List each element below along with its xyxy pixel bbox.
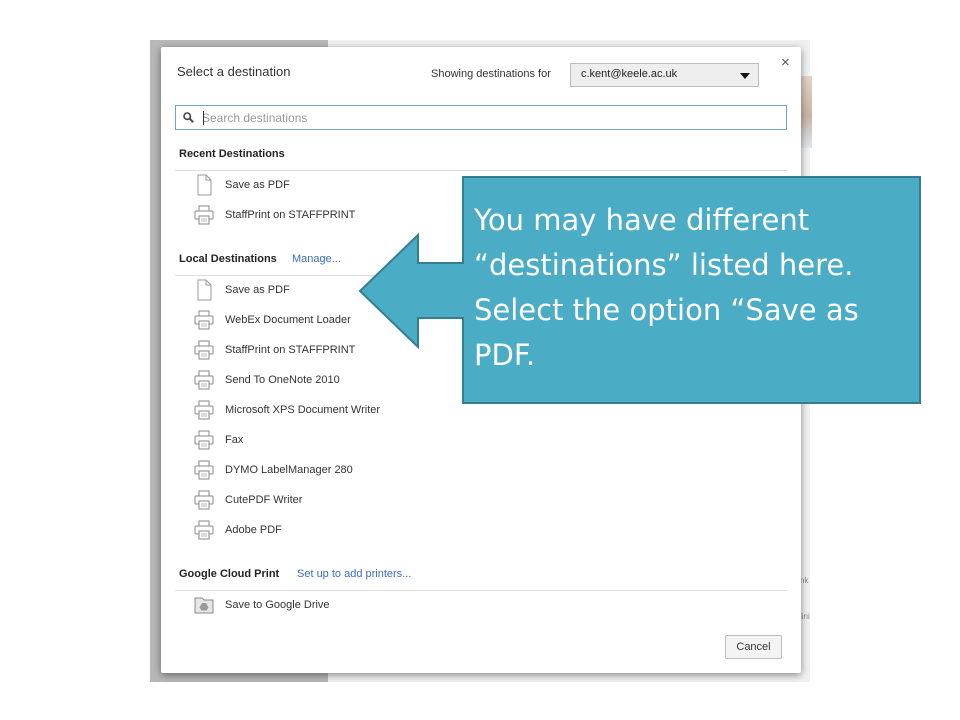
background-text: lini [800, 612, 810, 621]
printer-icon [193, 519, 215, 541]
printer-icon [193, 204, 215, 226]
callout-line: Select the option “Save as [474, 293, 859, 327]
destination-label: Adobe PDF [225, 524, 282, 536]
callout-text: You may have different “destinations” li… [474, 198, 914, 378]
destination-label: StaffPrint on STAFFPRINT [225, 344, 356, 356]
destination-item[interactable]: CutePDF Writer [193, 489, 593, 513]
document-icon [193, 279, 215, 301]
recent-destinations-header: Recent Destinations [179, 148, 285, 160]
destination-item[interactable]: DYMO LabelManager 280 [193, 459, 593, 483]
destination-label: DYMO LabelManager 280 [225, 464, 353, 476]
destination-item[interactable]: Adobe PDF [193, 519, 593, 543]
cancel-button[interactable]: Cancel [725, 635, 782, 659]
printer-icon [193, 459, 215, 481]
destination-item[interactable]: Save to Google Drive [193, 594, 593, 618]
dialog-title: Select a destination [177, 64, 291, 79]
callout-line: PDF. [474, 338, 536, 372]
showing-destinations-label: Showing destinations for [431, 68, 551, 80]
destination-item[interactable]: Fax [193, 429, 593, 453]
search-box[interactable] [175, 105, 787, 130]
close-button[interactable]: × [781, 55, 790, 70]
destination-label: Send To OneNote 2010 [225, 374, 340, 386]
document-icon [193, 174, 215, 196]
destination-label: Microsoft XPS Document Writer [225, 404, 381, 416]
manage-link[interactable]: Manage... [292, 253, 341, 265]
divider [175, 590, 787, 591]
search-input[interactable] [202, 106, 772, 129]
printer-icon [193, 429, 215, 451]
destination-item[interactable]: Save as PDF [193, 174, 593, 198]
printer-icon [193, 369, 215, 391]
google-drive-icon [193, 594, 215, 616]
printer-icon [193, 309, 215, 331]
local-destinations-header: Local Destinations [179, 253, 277, 265]
destination-label: Save as PDF [225, 179, 290, 191]
account-dropdown[interactable]: c.kent@keele.ac.uk [570, 63, 759, 87]
destination-label: Save as PDF [225, 284, 290, 296]
callout-line: “destinations” listed here. [474, 248, 854, 282]
text-cursor [203, 111, 204, 125]
printer-icon [193, 399, 215, 421]
printer-icon [193, 339, 215, 361]
account-value: c.kent@keele.ac.uk [581, 68, 678, 80]
setup-printers-link[interactable]: Set up to add printers... [297, 568, 411, 580]
search-icon [183, 112, 194, 123]
divider [175, 170, 787, 171]
callout-line: You may have different [474, 203, 810, 237]
destination-item[interactable]: Microsoft XPS Document Writer [193, 399, 593, 423]
destination-label: CutePDF Writer [225, 494, 303, 506]
destination-label: WebEx Document Loader [225, 314, 351, 326]
google-cloud-print-header: Google Cloud Print [179, 568, 280, 580]
background-text: nk [800, 576, 809, 585]
destination-label: Fax [225, 434, 244, 446]
destination-label: StaffPrint on STAFFPRINT [225, 209, 356, 221]
printer-icon [193, 489, 215, 511]
chevron-down-icon [740, 73, 750, 79]
destination-label: Save to Google Drive [225, 599, 330, 611]
